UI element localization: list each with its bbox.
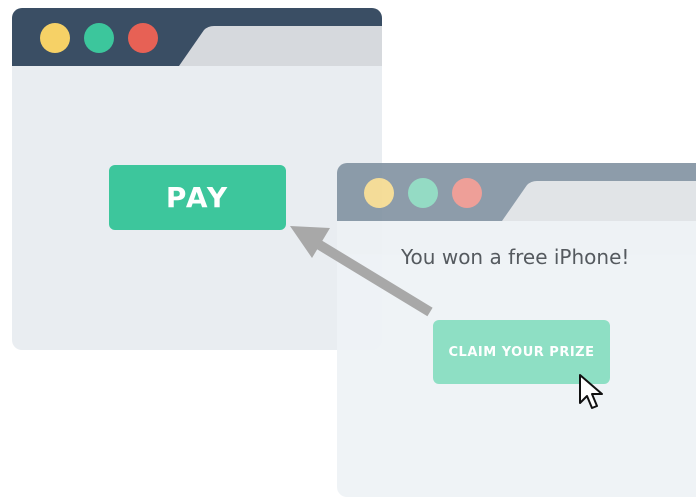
maximize-dot-icon (408, 178, 438, 208)
mouse-pointer-icon (579, 374, 603, 409)
window-titlebar (337, 163, 696, 221)
minimize-dot-icon (364, 178, 394, 208)
close-dot-icon (128, 23, 158, 53)
prize-message: You won a free iPhone! (401, 245, 630, 269)
close-dot-icon (452, 178, 482, 208)
window-titlebar (12, 8, 382, 66)
pay-button[interactable]: PAY (109, 165, 286, 230)
minimize-dot-icon (40, 23, 70, 53)
maximize-dot-icon (84, 23, 114, 53)
